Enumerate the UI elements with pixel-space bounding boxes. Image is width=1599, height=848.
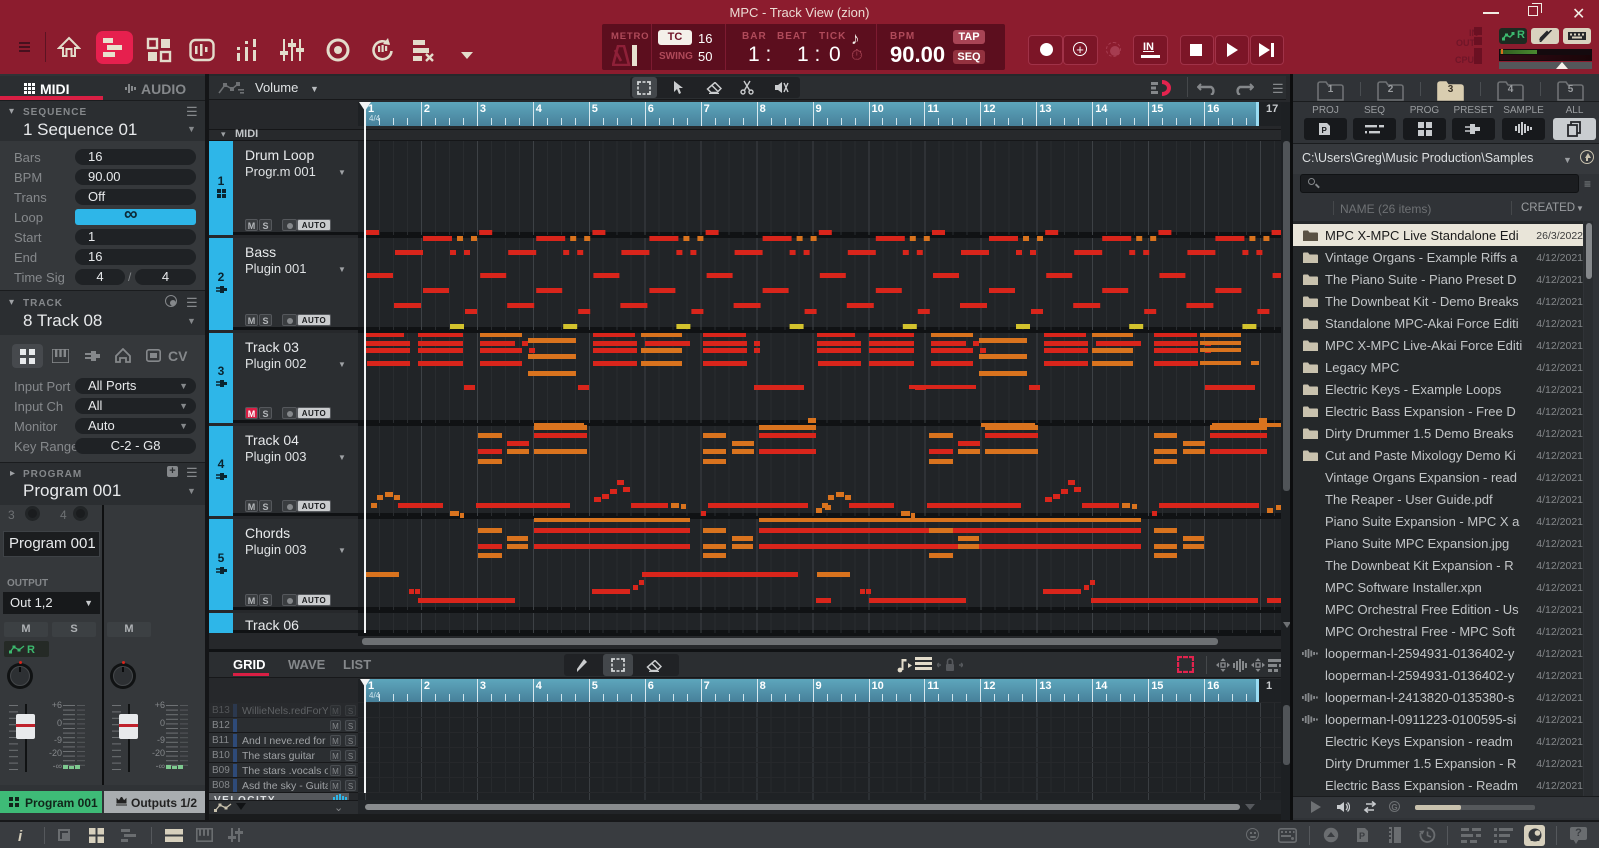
svg-text:P: P bbox=[1322, 126, 1328, 135]
svg-text:P: P bbox=[1359, 831, 1365, 841]
